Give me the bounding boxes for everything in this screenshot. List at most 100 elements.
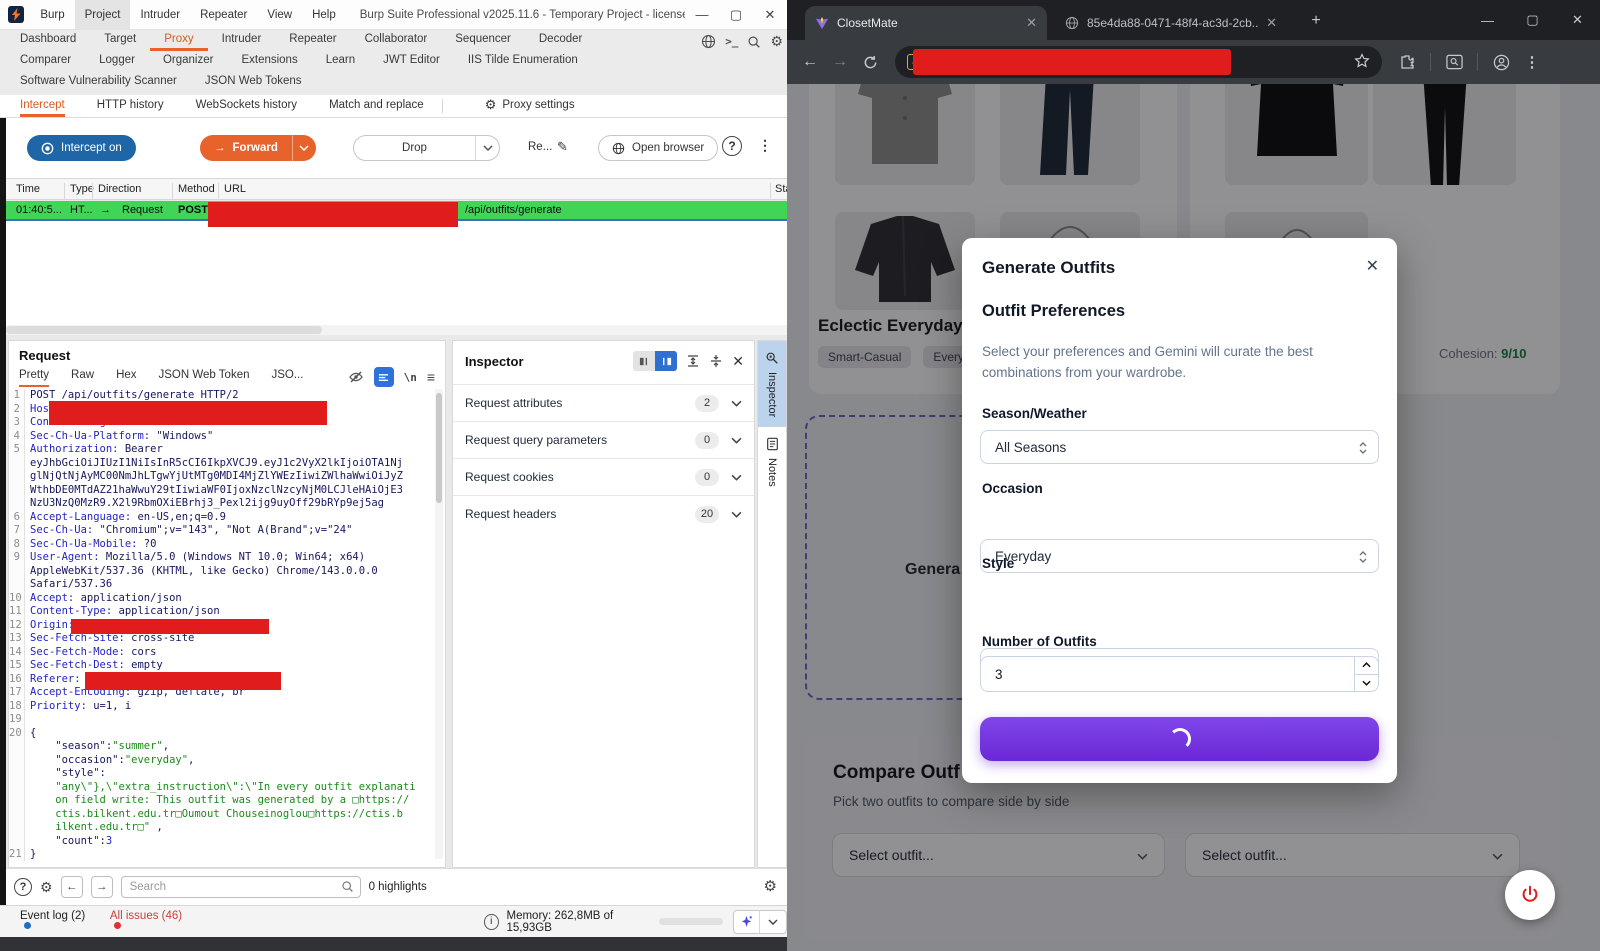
chevron-down-icon[interactable]	[731, 396, 742, 410]
tab-sequencer[interactable]: Sequencer	[441, 30, 525, 51]
tab-iis-tilde-enumeration[interactable]: IIS Tilde Enumeration	[454, 51, 592, 72]
minimize-icon[interactable]: —	[1465, 0, 1510, 40]
count-stepper[interactable]	[1354, 657, 1378, 691]
tab-repeater[interactable]: Repeater	[275, 30, 350, 51]
forward-dropdown[interactable]	[292, 135, 316, 161]
collapse-all-icon[interactable]	[709, 354, 723, 368]
tab-organizer[interactable]: Organizer	[149, 51, 228, 72]
menu-project[interactable]: Project	[75, 0, 131, 29]
back-icon[interactable]: ←	[795, 53, 825, 71]
menu-help[interactable]: Help	[302, 0, 346, 29]
close-modal-icon[interactable]: ✕	[1366, 256, 1379, 276]
chevron-down-icon[interactable]	[731, 470, 742, 484]
tab-extensions[interactable]: Extensions	[227, 51, 311, 72]
terminal-icon[interactable]: >_	[725, 35, 738, 48]
next-match-button[interactable]: →	[91, 876, 113, 898]
tab-intruder[interactable]: Intruder	[208, 30, 276, 51]
layout-single-icon[interactable]	[633, 351, 655, 371]
tab-logger[interactable]: Logger	[85, 51, 149, 72]
help-icon[interactable]: ?	[722, 136, 742, 156]
dock-tab-notes[interactable]: Notes	[758, 427, 786, 497]
reload-icon[interactable]	[855, 55, 885, 70]
request-tab-jso-[interactable]: JSO...	[272, 369, 304, 387]
subtab-websockets-history[interactable]: WebSockets history	[196, 95, 297, 117]
address-bar[interactable]: 4	[895, 46, 1382, 78]
forward-button[interactable]: →Forward	[200, 135, 316, 161]
maximize-icon[interactable]: ▢	[719, 0, 753, 29]
stepper-up-icon[interactable]	[1355, 657, 1378, 674]
power-button[interactable]	[1505, 870, 1555, 920]
chevron-down-icon[interactable]	[731, 433, 742, 447]
tab-jwt-editor[interactable]: JWT Editor	[369, 51, 454, 72]
tab-software-vulnerability-scanner[interactable]: Software Vulnerability Scanner	[6, 72, 191, 93]
menu-burp[interactable]: Burp	[30, 0, 74, 29]
side-panel-search-icon[interactable]	[1437, 54, 1471, 70]
search-input[interactable]: Search	[121, 876, 361, 898]
more-menu-icon[interactable]: ⋮	[758, 137, 772, 154]
globe-icon[interactable]	[701, 34, 716, 49]
menu-intruder[interactable]: Intruder	[130, 0, 190, 29]
profile-icon[interactable]	[1484, 54, 1518, 71]
subtab-intercept[interactable]: Intercept	[20, 95, 65, 117]
maximize-icon[interactable]: ▢	[1510, 0, 1555, 40]
select-season-weather[interactable]: All Seasons	[980, 430, 1379, 464]
menu-view[interactable]: View	[257, 0, 302, 29]
select-occasion[interactable]: Everyday	[980, 539, 1379, 573]
request-tab-pretty[interactable]: Pretty	[19, 369, 49, 387]
request-editor-vscrollbar[interactable]	[435, 389, 443, 859]
generate-button-loading[interactable]	[980, 717, 1379, 761]
browser-tab-2[interactable]: 85e4da88-0471-48f4-ac3d-2cb...✕	[1055, 6, 1287, 40]
inspector-section-request-attributes[interactable]: Request attributes2	[453, 384, 754, 421]
browser-menu-icon[interactable]: ⋮	[1518, 53, 1546, 71]
tab-learn[interactable]: Learn	[312, 51, 369, 72]
bookmark-star-icon[interactable]	[1354, 53, 1370, 69]
request-tab-raw[interactable]: Raw	[71, 369, 94, 387]
expand-all-icon[interactable]	[686, 354, 700, 368]
chevron-down-icon[interactable]	[731, 507, 742, 521]
extensions-icon[interactable]	[1390, 54, 1424, 70]
close-inspector-icon[interactable]: ✕	[732, 353, 744, 370]
pencil-icon[interactable]: ✎	[557, 139, 568, 155]
close-tab-icon[interactable]: ✕	[1266, 15, 1277, 31]
forward-icon[interactable]: →	[825, 53, 855, 71]
inspector-section-request-headers[interactable]: Request headers20	[453, 495, 754, 532]
drop-dropdown[interactable]	[475, 136, 499, 160]
gear-icon[interactable]: ⚙	[764, 877, 777, 895]
chevron-down-icon[interactable]	[760, 911, 786, 933]
minimize-icon[interactable]: —	[685, 0, 719, 29]
outfit-count-input[interactable]: 3	[980, 656, 1379, 692]
eye-off-icon[interactable]	[348, 369, 364, 385]
inspector-section-request-query-parameters[interactable]: Request query parameters0	[453, 421, 754, 458]
drop-button[interactable]: Drop	[353, 135, 500, 161]
close-icon[interactable]: ✕	[1555, 0, 1600, 40]
inspector-section-request-cookies[interactable]: Request cookies0	[453, 458, 754, 495]
proxy-settings-button[interactable]: ⚙Proxy settings	[485, 95, 575, 117]
all-issues-button[interactable]: All issues (46)	[110, 910, 184, 934]
pretty-print-icon[interactable]	[374, 367, 394, 387]
editor-menu-icon[interactable]: ≡	[427, 369, 435, 385]
tab-collaborator[interactable]: Collaborator	[351, 30, 442, 51]
flow-table-hscrollbar[interactable]	[6, 325, 787, 335]
show-newlines-icon[interactable]: \n	[404, 371, 417, 384]
stepper-down-icon[interactable]	[1355, 674, 1378, 692]
tab-dashboard[interactable]: Dashboard	[6, 30, 90, 51]
tab-decoder[interactable]: Decoder	[525, 30, 596, 51]
search-icon[interactable]	[747, 35, 761, 49]
gear-icon[interactable]: ⚙	[770, 33, 783, 50]
tab-target[interactable]: Target	[90, 30, 150, 51]
dock-tab-inspector[interactable]: Inspector	[758, 341, 786, 427]
gear-icon[interactable]: ⚙	[40, 879, 53, 896]
resend-label[interactable]: Re...	[528, 141, 552, 153]
open-browser-button[interactable]: Open browser	[598, 135, 718, 161]
intercept-on-button[interactable]: Intercept on	[27, 135, 136, 161]
request-tab-hex[interactable]: Hex	[116, 369, 136, 387]
layout-split-icon[interactable]	[655, 351, 677, 371]
request-tab-json-web-token[interactable]: JSON Web Token	[159, 369, 250, 387]
sparkle-icon[interactable]	[734, 911, 760, 933]
close-tab-icon[interactable]: ✕	[1026, 15, 1037, 31]
menu-repeater[interactable]: Repeater	[190, 0, 257, 29]
event-log-button[interactable]: Event log (2)	[20, 910, 88, 934]
tab-json-web-tokens[interactable]: JSON Web Tokens	[191, 72, 316, 93]
help-icon[interactable]: ?	[14, 878, 32, 896]
browser-tab-1[interactable]: ClosetMate✕	[805, 6, 1047, 40]
